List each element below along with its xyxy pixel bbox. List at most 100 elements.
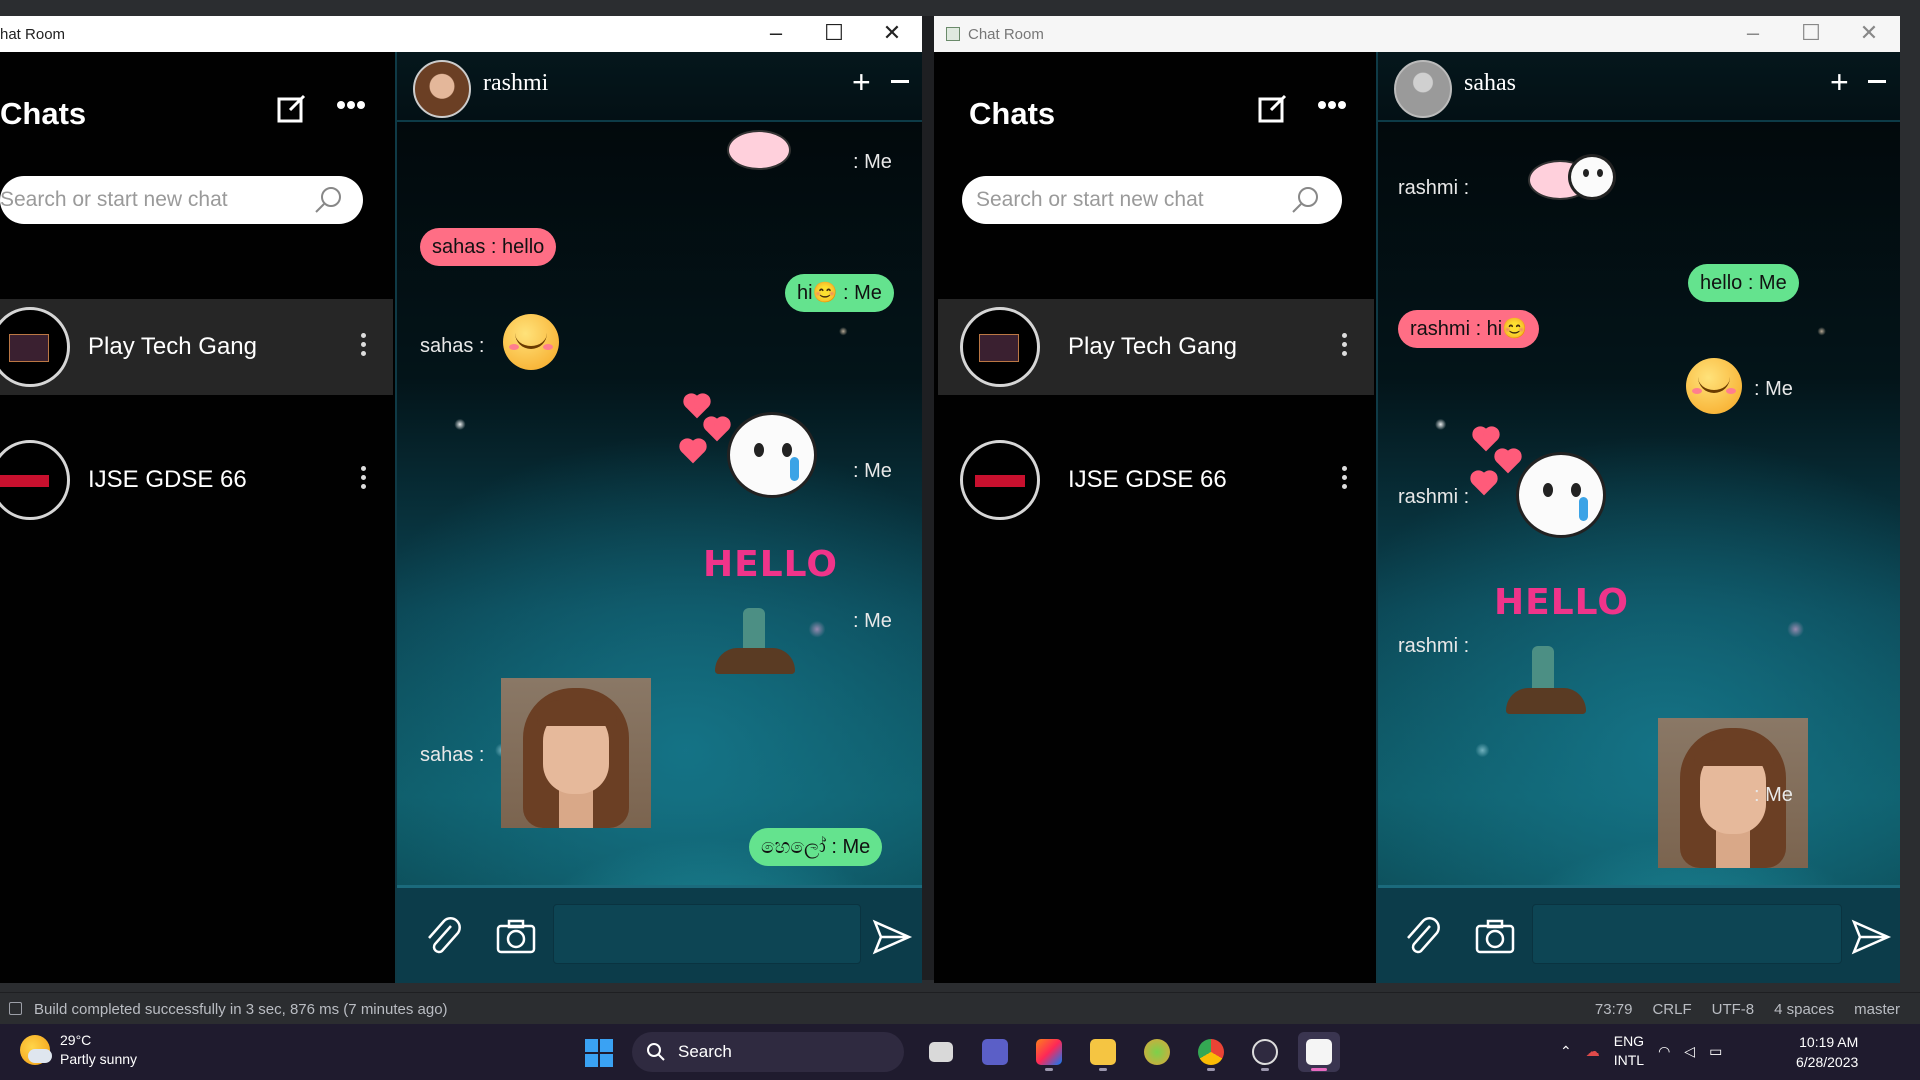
caret-position[interactable]: 73:79 xyxy=(1595,1001,1633,1018)
git-branch[interactable]: master xyxy=(1854,1001,1900,1018)
search-icon[interactable] xyxy=(1290,185,1320,215)
start-button[interactable] xyxy=(585,1039,613,1067)
language-indicator[interactable]: ENG INTL xyxy=(1614,1032,1644,1070)
sender-label: : Me xyxy=(853,460,892,482)
sender-label: sahas : xyxy=(420,744,485,766)
sender-label: rashmi : xyxy=(1398,486,1470,508)
chat-menu-icon[interactable] xyxy=(1342,466,1348,492)
search-input[interactable]: Search or start new chat xyxy=(0,176,363,224)
wifi-icon[interactable]: ◠ xyxy=(1658,1043,1670,1060)
clock-date: 6/28/2023 xyxy=(1796,1054,1859,1070)
smiley-sticker xyxy=(1568,154,1616,200)
attach-icon[interactable] xyxy=(421,916,463,958)
clock-time: 10:19 AM xyxy=(1799,1034,1859,1050)
sender-label: : Me xyxy=(1754,784,1793,806)
file-encoding[interactable]: UTF-8 xyxy=(1712,1001,1755,1018)
search-icon[interactable] xyxy=(313,185,343,215)
chat-menu-icon[interactable] xyxy=(361,466,367,492)
image-message[interactable] xyxy=(501,678,651,828)
chrome-icon[interactable] xyxy=(1190,1032,1232,1072)
chat-list-item-play-tech-gang[interactable]: Play Tech Gang xyxy=(938,299,1374,395)
minus-icon[interactable] xyxy=(1868,80,1886,83)
sender-label: rashmi : xyxy=(1398,635,1470,657)
smiley-emoji-icon xyxy=(1686,358,1742,414)
media-player-icon[interactable] xyxy=(1244,1032,1286,1072)
sticker-message xyxy=(727,130,791,170)
minimize-button[interactable]: – xyxy=(1724,16,1782,52)
ide-menu-bar xyxy=(0,0,1920,16)
partly-sunny-icon xyxy=(20,1035,52,1065)
maximize-button[interactable]: ☐ xyxy=(1782,16,1840,52)
close-button[interactable]: ✕ xyxy=(863,16,921,52)
title-bar[interactable]: hat Room – ☐ ✕ xyxy=(0,16,922,52)
message-bubble-outgoing: hello : Me xyxy=(1688,264,1799,302)
task-view-icon[interactable] xyxy=(920,1032,962,1072)
build-status-icon xyxy=(9,1002,22,1015)
volume-icon[interactable]: ◁ xyxy=(1684,1043,1695,1060)
minus-icon[interactable] xyxy=(891,80,909,83)
message-bubble-outgoing: hi😊 : Me xyxy=(785,274,894,312)
send-icon[interactable] xyxy=(871,916,913,958)
new-chat-icon[interactable] xyxy=(1257,92,1289,124)
heart-icon xyxy=(1496,450,1520,474)
minimize-button[interactable]: – xyxy=(747,16,805,52)
heart-icon xyxy=(1474,428,1498,452)
chat-menu-icon[interactable] xyxy=(1342,333,1348,359)
attach-icon[interactable] xyxy=(1400,916,1442,958)
search-icon xyxy=(647,1043,665,1061)
chat-name: IJSE GDSE 66 xyxy=(88,466,247,493)
chat-list-pane: Chats Search or start new chat Play Tech… xyxy=(934,52,1376,983)
java-app-icon[interactable] xyxy=(1298,1032,1340,1072)
conversation-header: rashmi + xyxy=(397,52,922,122)
chat-list-item-play-tech-gang[interactable]: Play Tech Gang xyxy=(0,299,393,395)
chat-list-pane: Chats Search or start new chat Play Tech… xyxy=(0,52,395,983)
chat-name: IJSE GDSE 66 xyxy=(1068,466,1227,493)
search-input[interactable]: Search or start new chat xyxy=(962,176,1342,224)
contact-avatar[interactable] xyxy=(413,60,471,118)
indent-setting[interactable]: 4 spaces xyxy=(1774,1001,1834,1018)
message-bubble-incoming: rashmi : hi😊 xyxy=(1398,310,1540,348)
add-icon[interactable]: + xyxy=(852,66,871,98)
chat-menu-icon[interactable] xyxy=(361,333,367,359)
onedrive-icon[interactable]: ☁ xyxy=(1586,1043,1600,1060)
chat-list-item-ijse-gdse-66[interactable]: IJSE GDSE 66 xyxy=(938,432,1374,528)
send-icon[interactable] xyxy=(1850,916,1892,958)
close-button[interactable]: ✕ xyxy=(1840,16,1898,52)
taskbar-search-label: Search xyxy=(678,1042,732,1061)
meet-icon[interactable] xyxy=(974,1032,1016,1072)
camera-icon[interactable] xyxy=(1474,916,1516,958)
title-bar[interactable]: Chat Room – ☐ ✕ xyxy=(934,16,1900,52)
file-explorer-icon[interactable] xyxy=(1082,1032,1124,1072)
build-message[interactable]: Build completed successfully in 3 sec, 8… xyxy=(34,1001,448,1018)
weather-temperature: 29°C xyxy=(60,1032,92,1048)
chat-list-item-ijse-gdse-66[interactable]: IJSE GDSE 66 xyxy=(0,432,393,528)
more-options-icon[interactable] xyxy=(337,100,365,110)
clock[interactable]: 10:19 AM 6/28/2023 xyxy=(1796,1032,1858,1072)
contact-name: rashmi xyxy=(483,70,549,96)
intellij-icon[interactable] xyxy=(1028,1032,1070,1072)
weather-description: Partly sunny xyxy=(60,1051,138,1067)
sender-label: : Me xyxy=(1754,378,1793,400)
chats-heading: Chats xyxy=(0,96,87,131)
more-options-icon[interactable] xyxy=(1318,100,1346,110)
sender-label: rashmi : xyxy=(1398,177,1470,199)
chevron-up-icon[interactable]: ⌃ xyxy=(1560,1043,1572,1060)
language-layout: INTL xyxy=(1613,1052,1645,1068)
new-chat-icon[interactable] xyxy=(276,92,308,124)
default-user-avatar-icon[interactable] xyxy=(1394,60,1452,118)
maximize-button[interactable]: ☐ xyxy=(805,16,863,52)
dirt-mound xyxy=(1506,688,1586,714)
battery-icon[interactable]: ▭ xyxy=(1709,1043,1722,1060)
message-composer xyxy=(397,885,922,983)
group-avatar xyxy=(960,307,1040,387)
group-avatar xyxy=(0,307,70,387)
taskbar-search[interactable]: Search xyxy=(632,1032,904,1072)
message-input[interactable] xyxy=(553,904,861,964)
weather-widget[interactable]: 29°C Partly sunny xyxy=(20,1031,137,1069)
add-icon[interactable]: + xyxy=(1830,66,1849,98)
ide-editor-gap xyxy=(922,16,934,980)
camera-icon[interactable] xyxy=(495,916,537,958)
message-input[interactable] xyxy=(1532,904,1842,964)
line-separator[interactable]: CRLF xyxy=(1652,1001,1691,1018)
scene-builder-icon[interactable] xyxy=(1136,1032,1178,1072)
